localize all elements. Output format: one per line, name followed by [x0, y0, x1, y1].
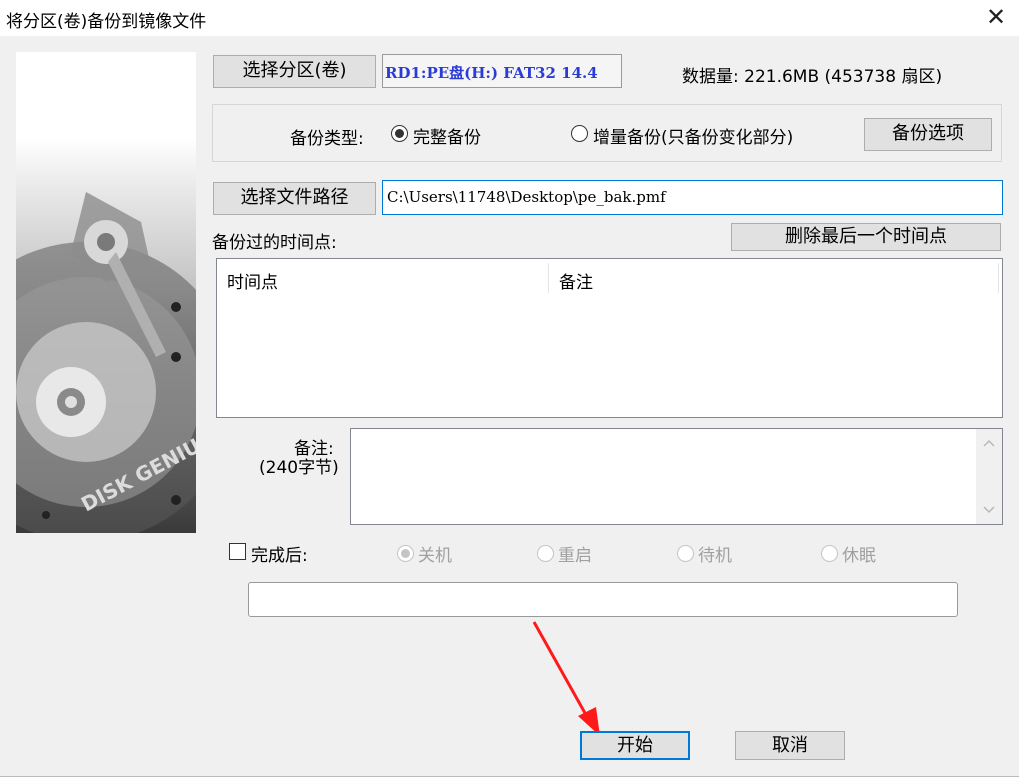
restart-label[interactable]: 重启: [558, 541, 592, 566]
partition-display: RD1:PE盘(H:) FAT32 14.4: [382, 54, 622, 88]
hard-disk-image: DISK GENIUS: [16, 192, 196, 533]
shutdown-label[interactable]: 关机: [418, 541, 452, 566]
file-path-input[interactable]: C:\Users\11748\Desktop\pe_bak.pmf: [382, 180, 1003, 215]
incremental-backup-radio[interactable]: [571, 125, 588, 142]
partition-value: RD1:PE盘(H:) FAT32 14.4: [385, 64, 598, 82]
list-header: 时间点 备注: [217, 259, 1002, 297]
full-backup-label[interactable]: 完整备份: [413, 123, 481, 148]
restart-radio[interactable]: [537, 545, 554, 562]
hibernate-label[interactable]: 休眠: [842, 541, 876, 566]
notes-size-label: (240字节): [259, 458, 339, 478]
red-arrow-annotation: [532, 621, 600, 736]
timepoints-list[interactable]: 时间点 备注: [216, 258, 1003, 418]
column-divider[interactable]: [548, 263, 549, 293]
hibernate-radio[interactable]: [821, 545, 838, 562]
full-backup-radio[interactable]: [391, 125, 408, 142]
disk-illustration: DISK GENIUS: [16, 52, 196, 533]
delete-last-timepoint-button[interactable]: 删除最后一个时间点: [731, 223, 1001, 251]
notes-textarea[interactable]: [350, 428, 1003, 525]
notes-scrollbar[interactable]: [976, 429, 1002, 524]
file-path-value: C:\Users\11748\Desktop\pe_bak.pmf: [387, 188, 666, 206]
select-file-path-button[interactable]: 选择文件路径: [213, 182, 376, 215]
scroll-arrows-icon[interactable]: [976, 429, 1002, 524]
cancel-button[interactable]: 取消: [735, 731, 845, 760]
window-title: 将分区(卷)备份到镜像文件: [6, 12, 207, 32]
backup-options-button[interactable]: 备份选项: [864, 118, 992, 151]
start-button[interactable]: 开始: [580, 731, 690, 760]
select-partition-button[interactable]: 选择分区(卷): [213, 55, 376, 88]
after-complete-label[interactable]: 完成后:: [251, 541, 308, 566]
window-bottom-edge: [0, 776, 1019, 782]
standby-label[interactable]: 待机: [698, 541, 732, 566]
column-header-notes[interactable]: 备注: [559, 268, 593, 293]
timepoints-label: 备份过的时间点:: [212, 233, 337, 253]
backup-type-label: 备份类型:: [290, 129, 364, 149]
title-bar: 将分区(卷)备份到镜像文件 ✕: [0, 0, 1019, 36]
after-complete-checkbox[interactable]: [229, 543, 246, 560]
column-divider-end: [998, 263, 999, 293]
shutdown-radio[interactable]: [397, 545, 414, 562]
close-icon[interactable]: ✕: [973, 0, 1019, 36]
data-size-label: 数据量: 221.6MB (453738 扇区): [682, 67, 943, 87]
column-header-timepoint[interactable]: 时间点: [227, 268, 278, 293]
incremental-backup-label[interactable]: 增量备份(只备份变化部分): [593, 123, 793, 148]
standby-radio[interactable]: [677, 545, 694, 562]
